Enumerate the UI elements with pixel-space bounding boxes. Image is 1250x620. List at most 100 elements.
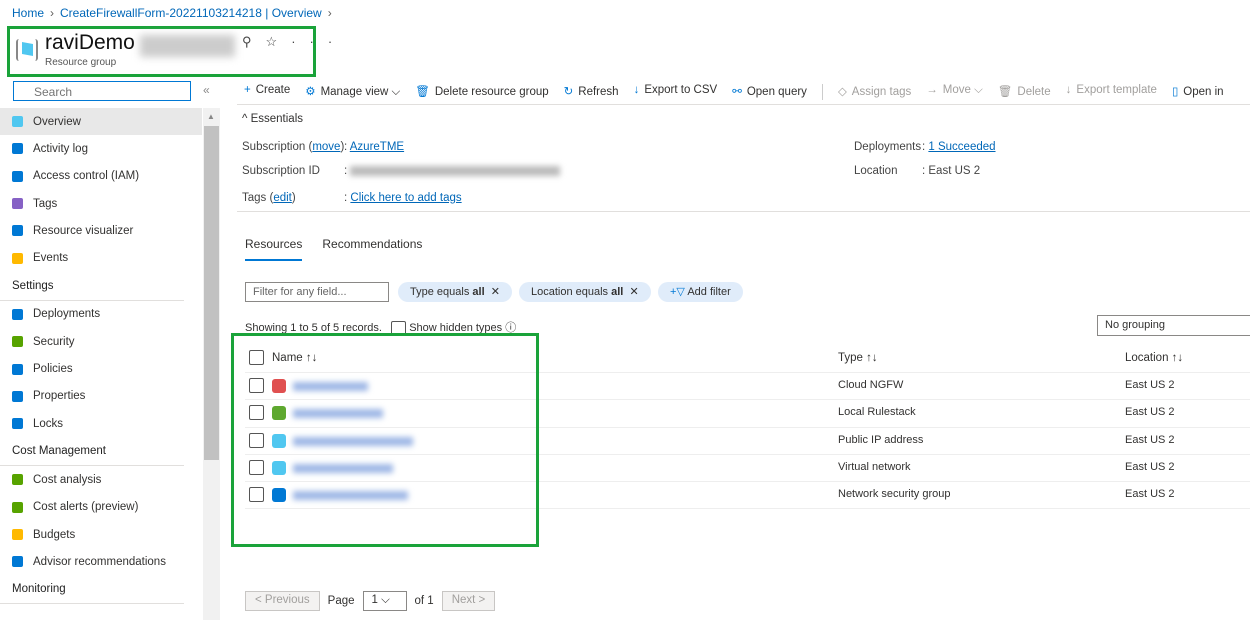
tab-resources[interactable]: Resources [245,237,303,261]
sidebar-item-activity-log[interactable]: Activity log [0,135,202,162]
page-subtitle: Resource group [45,57,117,68]
sidebar-item-cost-analysis[interactable]: Cost analysis [0,466,202,493]
sidebar-search-input[interactable] [13,81,191,101]
sidebar-item-advisor-recommendations[interactable]: Advisor recommendations [0,548,202,575]
close-icon[interactable]: ✕ [626,286,638,298]
toolbar-manage-view-button[interactable]: ⚙ Manage view ⌵ [305,84,400,100]
toolbar-icon: → [926,84,938,96]
location-filter-pill[interactable]: Location equals all ✕ [519,282,651,302]
essentials-toggle[interactable]: ^ Essentials [242,113,303,125]
sidebar-item-cost-alerts-preview[interactable]: Cost alerts (preview) [0,494,202,521]
move-link[interactable]: move [312,141,340,153]
sidebar-item-events[interactable]: Events [0,244,202,271]
column-location[interactable]: Location ↑↓ [1125,352,1183,364]
filter-input[interactable]: Filter for any field... [245,282,389,302]
visualizer-icon [12,225,23,237]
toolbar-icon: ◇ [837,86,847,98]
sidebar-item-policies[interactable]: Policies [0,355,202,382]
toolbar-export-template-button[interactable]: ↓ Export template [1066,84,1157,100]
resource-group-icon [16,39,38,61]
sidebar-item-properties[interactable]: Properties [0,383,202,410]
chevron-up-icon: ^ [242,113,251,125]
events-icon [12,252,23,264]
highlight-box [231,333,539,547]
edit-tags-link[interactable]: edit [273,192,292,204]
breadcrumb: Home › CreateFirewallForm-20221103214218 |… [12,6,332,20]
properties-icon [12,390,23,402]
page-title: raviDemo [45,31,135,54]
sidebar-section-title: Settings [0,272,184,301]
sidebar-item-tags[interactable]: Tags [0,190,202,217]
budgets-icon [12,529,23,540]
pin-icon[interactable]: ⚲ [242,34,266,49]
next-button[interactable]: Next > [441,591,496,611]
sidebar-section-title: Cost Management [0,437,184,467]
page-select[interactable]: 1 ⌵ [362,591,407,611]
more-icon[interactable]: ··· [291,34,346,49]
sidebar-item-locks[interactable]: Locks [0,410,202,437]
scroll-up-icon[interactable]: ▲ [207,112,215,121]
resource-group-icon [12,116,23,128]
toolbar-refresh-button[interactable]: ↻ Refresh [564,84,619,100]
toolbar-create-button[interactable]: + Create [244,84,290,100]
location-value: East US 2 [928,165,981,177]
toolbar-divider [821,84,823,100]
sidebar-item-budgets[interactable]: Budgets [0,521,202,548]
sidebar-scrollbar[interactable]: ▲ [203,108,220,620]
toolbar-export-to-csv-button[interactable]: ↓ Export to CSV [634,84,718,100]
toolbar-icon: ↻ [563,86,574,98]
column-type[interactable]: Type ↑↓ [838,352,878,364]
toolbar-icon: ▯ [1171,86,1179,98]
add-filter-button[interactable]: +▽ Add filter [658,282,743,302]
breadcrumb-deployment[interactable]: CreateFirewallForm-20221103214218 | Over… [60,6,322,20]
type-filter-pill[interactable]: Type equals all ✕ [398,282,512,302]
toolbar-icon: 🗑 [415,86,430,98]
advisor-icon [12,556,23,568]
sidebar-section-title: Monitoring [0,575,184,605]
toolbar-icon: ↓ [633,84,640,96]
redacted-title [140,35,235,57]
scrollbar-thumb[interactable] [204,126,219,460]
activity-log-icon [12,143,23,155]
toolbar-assign-tags-button[interactable]: ◇ Assign tags [838,84,911,100]
toolbar-delete-button[interactable]: 🗑 Delete [998,84,1051,100]
toolbar-move-button[interactable]: → Move ⌵ [926,84,983,100]
add-tags-link[interactable]: Click here to add tags [350,192,461,204]
page-header: raviDemo Resource group ⚲☆··· [7,26,332,77]
add-filter-icon: +▽ [670,286,688,298]
toolbar-open-query-button[interactable]: ⚯ Open query [732,84,807,100]
toolbar-open-in-button[interactable]: ▯ Open in [1172,84,1224,100]
cost-alerts-icon [12,501,23,513]
security-icon [12,336,23,348]
sidebar-item-access-control-iam[interactable]: Access control (IAM) [0,163,202,190]
toolbar-icon: ⚯ [732,86,742,98]
sidebar-item-resource-visualizer[interactable]: Resource visualizer [0,217,202,244]
policies-icon [12,363,23,375]
previous-button[interactable]: < Previous [245,591,320,611]
star-icon[interactable]: ☆ [266,34,292,49]
toolbar-icon: 🗑 [997,86,1013,98]
close-icon[interactable]: ✕ [488,286,500,298]
tag-icon [12,198,23,210]
redacted-subscription-id [350,165,561,176]
tab-recommendations[interactable]: Recommendations [322,237,422,261]
deployments-icon [12,308,23,320]
toolbar-icon: ↓ [1065,84,1072,96]
toolbar-icon: ⚙ [305,86,316,98]
collapse-sidebar-icon[interactable]: « [203,83,210,97]
toolbar: + Create ⚙ Manage view ⌵ 🗑 Delete resource gr… [244,84,1224,100]
subscription-link[interactable]: AzureTME [350,141,404,153]
toolbar-delete-resource-group-button[interactable]: 🗑 Delete resource group [415,84,548,100]
breadcrumb-home[interactable]: Home [12,6,44,20]
sidebar-item-deployments[interactable]: Deployments [0,301,202,328]
deployments-link[interactable]: 1 Succeeded [928,141,995,153]
lock-icon [12,418,23,430]
toolbar-icon: + [244,84,251,96]
sidebar: « OverviewActivity logAccess control (IA… [0,78,220,620]
iam-icon [12,170,23,182]
pagination: < Previous Page 1 ⌵ of 1 Next > [245,591,496,611]
cost-analysis-icon [12,474,23,486]
sidebar-item-overview[interactable]: Overview [0,108,202,136]
sidebar-item-security[interactable]: Security [0,328,202,355]
grouping-select[interactable]: No grouping [1097,315,1250,336]
